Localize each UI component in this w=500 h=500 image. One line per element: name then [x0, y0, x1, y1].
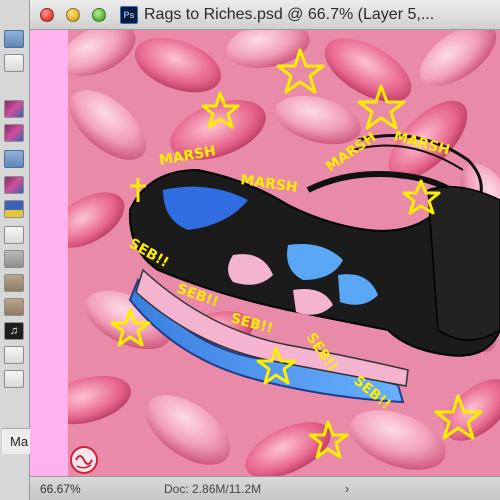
minimize-button[interactable] — [66, 8, 80, 22]
close-button[interactable] — [40, 8, 54, 22]
folder-icon[interactable] — [4, 30, 24, 48]
document-icon[interactable] — [4, 250, 24, 268]
music-icon[interactable]: ♫ — [4, 322, 24, 340]
zoom-level-field[interactable]: 66.67% — [40, 481, 110, 497]
chevron-right-icon[interactable]: › — [340, 479, 354, 499]
artwork: MARSH MARSH MARSH MARSH SEB!! SEB!! SEB!… — [68, 30, 500, 476]
photoshop-document-icon: Ps — [120, 6, 138, 24]
zoom-button[interactable] — [92, 8, 106, 22]
image-icon[interactable] — [4, 274, 24, 292]
status-bar: 66.67% Doc: 2.86M/11.2M › — [30, 476, 500, 500]
document-icon[interactable] — [4, 346, 24, 364]
image-icon[interactable] — [4, 100, 24, 118]
image-icon[interactable] — [4, 124, 24, 142]
window-titlebar[interactable]: Ps Rags to Riches.psd @ 66.7% (Layer 5,.… — [30, 0, 500, 30]
background-window-title: Ma — [2, 428, 30, 454]
image-icon[interactable] — [4, 200, 24, 218]
canvas-pasteboard[interactable]: MARSH MARSH MARSH MARSH SEB!! SEB!! SEB!… — [30, 30, 500, 476]
brand-logo — [70, 446, 98, 474]
document-icon[interactable] — [4, 226, 24, 244]
document-icon[interactable] — [4, 370, 24, 388]
image-icon[interactable] — [4, 176, 24, 194]
document-window: Ps Rags to Riches.psd @ 66.7% (Layer 5,.… — [30, 0, 500, 500]
folder-icon[interactable] — [4, 150, 24, 168]
document-size: Doc: 2.86M/11.2M — [164, 482, 262, 496]
background-app-strip: ♫ Ma — [0, 0, 30, 500]
window-title: Rags to Riches.psd @ 66.7% (Layer 5,... — [144, 6, 435, 23]
document-icon[interactable] — [4, 54, 24, 72]
image-canvas[interactable]: MARSH MARSH MARSH MARSH SEB!! SEB!! SEB!… — [68, 30, 500, 476]
image-icon[interactable] — [4, 298, 24, 316]
